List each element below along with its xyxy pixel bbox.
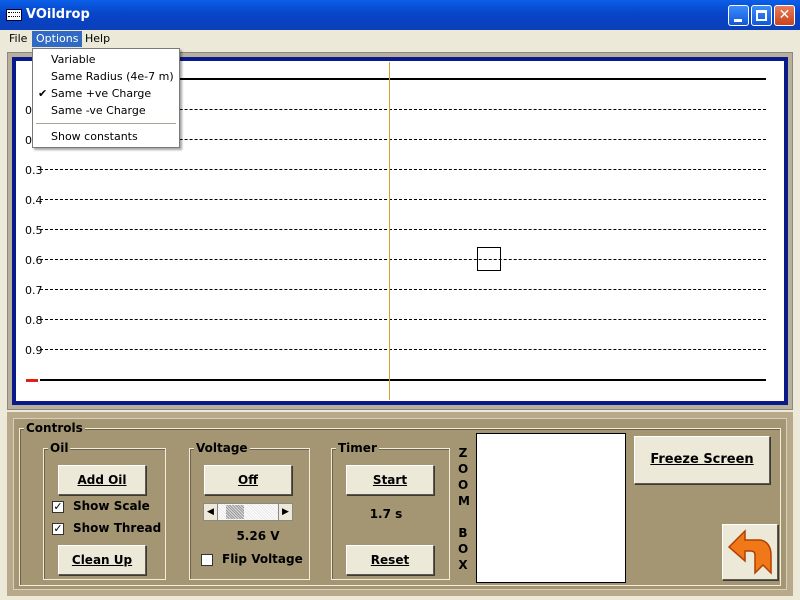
slider-thumb[interactable] [226, 505, 244, 519]
timer-value: 1.7 s [369, 507, 403, 521]
controls-title: Controls [24, 421, 85, 435]
scale-tick-label: 0 [25, 134, 32, 147]
scale-tick-label: 0.3 [25, 164, 43, 177]
bottom-plate-line [40, 379, 766, 381]
droplet-zoom-selector[interactable] [477, 247, 501, 271]
flip-voltage-checkbox[interactable] [201, 554, 213, 566]
scale-tick-label: 0.9 [25, 344, 43, 357]
scale-tick-label: 0.8 [25, 314, 43, 327]
zoom-label-letter: O [458, 462, 469, 476]
app-window-icon [6, 9, 22, 21]
show-scale-label: Show Scale [73, 499, 150, 513]
scale-tick-label: 0.6 [25, 254, 43, 267]
menu-item-same-negative-charge[interactable]: Same -ve Charge [33, 102, 179, 119]
zoom-label-letter: B [458, 526, 468, 540]
scale-gridline [40, 169, 766, 170]
menu-bar: File Options Help [0, 30, 800, 48]
voltage-group-title: Voltage [194, 441, 250, 455]
menu-file[interactable]: File [5, 31, 31, 47]
checkmark-icon: ✔ [38, 87, 48, 100]
oil-group-title: Oil [48, 441, 71, 455]
scale-gridline [40, 349, 766, 350]
freeze-screen-button[interactable]: Freeze Screen [634, 436, 770, 484]
scale-gridline [40, 319, 766, 320]
timer-start-button[interactable]: Start [346, 465, 434, 495]
add-oil-button[interactable]: Add Oil [58, 465, 146, 495]
maximize-icon [756, 10, 767, 21]
scale-tick-label: 0.5 [25, 224, 43, 237]
maximize-button[interactable] [751, 5, 772, 26]
timer-reset-button[interactable]: Reset [346, 545, 434, 575]
menu-item-variable[interactable]: Variable [33, 51, 179, 68]
scale-tick-label: 0.7 [25, 284, 43, 297]
title-bar[interactable]: VOildrop ✕ [0, 0, 800, 30]
back-arrow-icon [727, 529, 772, 575]
voltage-value: 5.26 V [236, 529, 280, 543]
menu-options[interactable]: Options [32, 31, 83, 47]
close-button[interactable]: ✕ [774, 5, 795, 26]
slider-right-arrow-icon[interactable]: ▶ [278, 504, 292, 520]
clean-up-button[interactable]: Clean Up [58, 545, 146, 575]
minimize-icon [734, 19, 742, 22]
show-thread-checkbox[interactable]: ✓ [52, 523, 64, 535]
menu-item-same-positive-charge[interactable]: ✔ Same +ve Charge [33, 85, 179, 102]
zoom-label-letter: Z [458, 446, 468, 460]
scale-tick-label: 0.4 [25, 194, 43, 207]
minimize-button[interactable] [728, 5, 749, 26]
back-button[interactable] [722, 524, 778, 580]
menu-item-show-constants[interactable]: Show constants [33, 128, 179, 145]
flip-voltage-label: Flip Voltage [222, 552, 303, 566]
zoom-label-letter: O [458, 478, 469, 492]
menu-item-same-radius[interactable]: Same Radius (4e-7 m) [33, 68, 179, 85]
scale-gridline [40, 259, 766, 260]
zoom-label-letter: M [458, 494, 470, 508]
slider-left-arrow-icon[interactable]: ◀ [204, 504, 218, 520]
menu-help[interactable]: Help [81, 31, 114, 47]
zoom-label-letter: O [458, 542, 469, 556]
voltage-off-button[interactable]: Off [204, 465, 292, 495]
voltage-slider[interactable]: ◀ ▶ [203, 503, 293, 521]
zoom-box [476, 433, 626, 583]
zoom-label-letter: X [458, 558, 468, 572]
scale-gridline [40, 199, 766, 200]
window-title: VOildrop [26, 7, 90, 22]
scale-marker-bottom [26, 379, 38, 382]
show-thread-label: Show Thread [73, 521, 162, 535]
menu-separator [36, 123, 176, 124]
options-dropdown-menu: Variable Same Radius (4e-7 m) ✔ Same +ve … [32, 48, 180, 148]
scale-gridline [40, 289, 766, 290]
timer-group-title: Timer [336, 441, 379, 455]
show-scale-checkbox[interactable]: ✓ [52, 501, 64, 513]
close-icon: ✕ [778, 7, 791, 23]
scale-gridline [40, 229, 766, 230]
scale-tick-label: 0 [25, 104, 32, 117]
crosshair-thread [389, 62, 390, 400]
